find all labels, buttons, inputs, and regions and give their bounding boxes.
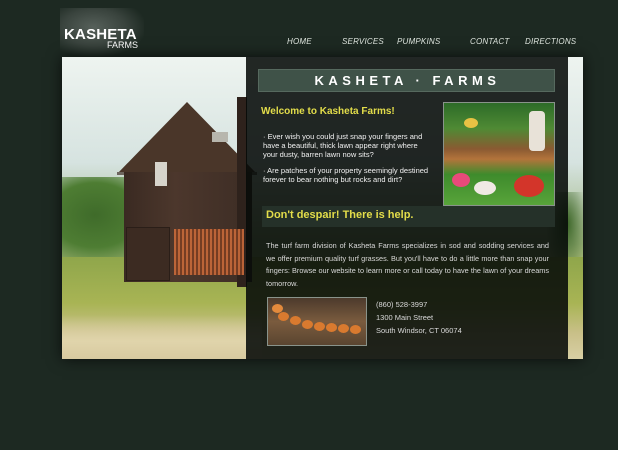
banner-bar: KASHETA · FARMS (258, 69, 555, 92)
nav-services[interactable]: SERVICES (342, 37, 384, 46)
pumpkin (290, 316, 301, 325)
pumpkin (314, 322, 325, 331)
nav-home[interactable]: HOME (287, 37, 312, 46)
pumpkin (326, 323, 337, 332)
contact-city: South Windsor, CT 06074 (376, 326, 462, 335)
gardener-figure (529, 111, 545, 151)
nav-contact[interactable]: CONTACT (470, 37, 509, 46)
banner-title: KASHETA · FARMS (314, 73, 501, 88)
contact-street: 1300 Main Street (376, 313, 434, 322)
flower-cluster (452, 173, 470, 187)
despair-heading: Don't despair! There is help. (266, 209, 414, 221)
pumpkin (302, 320, 313, 329)
pumpkin (338, 324, 349, 333)
pumpkin-photo (267, 297, 367, 346)
bullet-item: · Are patches of your property seemingly… (263, 166, 429, 185)
flower-cluster (464, 118, 478, 128)
garden-photo (443, 102, 555, 206)
pumpkin (350, 325, 361, 334)
contact-phone: (860) 528-3997 (376, 300, 428, 309)
nav-pumpkins[interactable]: PUMPKINS (397, 37, 440, 46)
nav-directions[interactable]: DIRECTIONS (525, 37, 576, 46)
barn-roof (117, 102, 257, 174)
drying-tobacco (174, 229, 244, 275)
main-nav: HOME SERVICES PUMPKINS CONTACT DIRECTION… (0, 37, 618, 49)
flower-cluster (474, 181, 496, 195)
barn-hatch (155, 162, 167, 186)
pumpkin (272, 304, 283, 313)
barn-window (212, 132, 228, 142)
despair-bar: Don't despair! There is help. (262, 206, 555, 227)
pumpkin (278, 312, 289, 321)
flower-cluster (514, 175, 544, 197)
hero-frame: KASHETA · FARMS Welcome to Kasheta Farms… (62, 57, 583, 359)
bullet-item: · Ever wish you could just snap your fin… (263, 132, 423, 160)
dirt-path (62, 315, 262, 359)
barn-door (126, 227, 170, 281)
intro-paragraph: The turf farm division of Kasheta Farms … (266, 241, 549, 289)
welcome-heading: Welcome to Kasheta Farms! (261, 106, 395, 117)
